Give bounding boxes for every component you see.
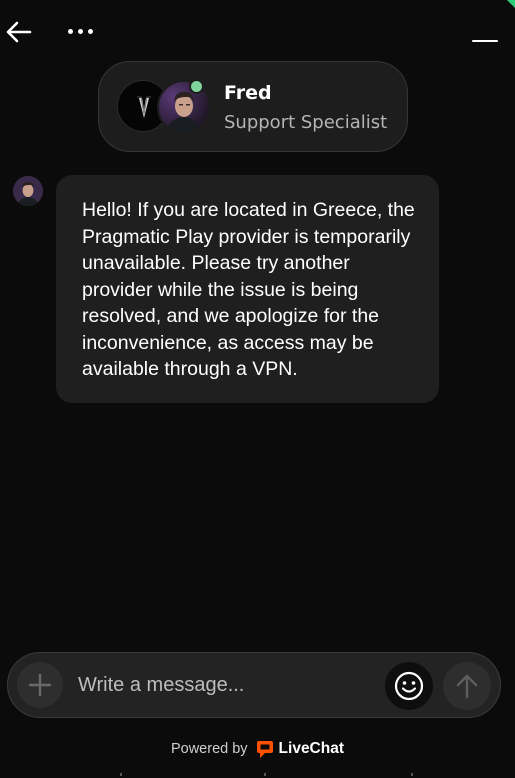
message-bubble: Hello! If you are located in Greece, the…	[56, 175, 439, 403]
corner-accent	[507, 0, 515, 8]
emoji-button[interactable]	[385, 662, 433, 710]
more-options-button[interactable]	[60, 18, 100, 44]
online-status-indicator	[189, 79, 204, 94]
divider-mark	[120, 773, 122, 776]
powered-by-label: Powered by	[170, 741, 248, 757]
arrow-left-icon	[6, 21, 32, 43]
smiley-icon	[394, 671, 424, 701]
message-composer	[7, 652, 501, 718]
agent-card: Fred Support Specialist	[98, 61, 408, 152]
back-button[interactable]	[4, 18, 34, 46]
arrow-up-icon	[456, 674, 478, 699]
minimize-icon	[472, 39, 498, 43]
divider-mark	[411, 773, 413, 776]
livechat-link[interactable]: LiveChat	[256, 740, 344, 759]
attach-button[interactable]	[17, 662, 63, 708]
minimize-button[interactable]	[469, 22, 501, 48]
divider-mark	[264, 773, 266, 776]
livechat-brand: LiveChat	[278, 740, 345, 757]
message-author-avatar	[13, 176, 43, 206]
powered-by-footer: Powered by LiveChat	[0, 736, 515, 762]
plus-icon	[28, 673, 52, 697]
agent-name: Fred	[224, 82, 272, 104]
more-horizontal-icon	[67, 28, 93, 34]
chat-widget: Fred Support Specialist Hello! If you ar…	[0, 0, 515, 778]
agent-role: Support Specialist	[224, 112, 388, 133]
message-input[interactable]	[78, 666, 378, 704]
livechat-logo-icon	[256, 740, 273, 758]
send-button[interactable]	[443, 662, 491, 710]
